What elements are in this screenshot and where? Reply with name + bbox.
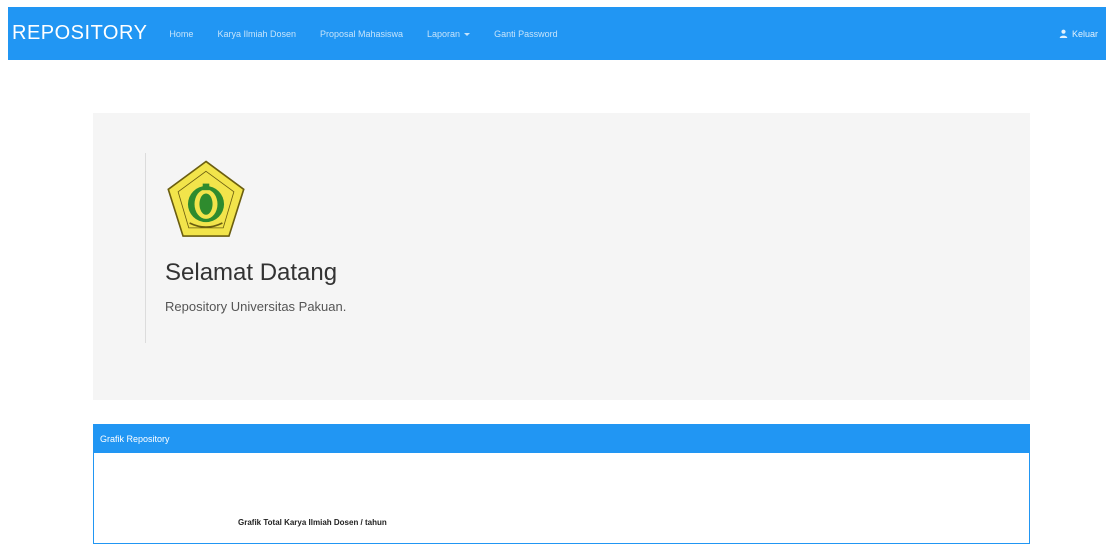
user-menu-label: Keluar xyxy=(1071,28,1098,39)
nav-laporan-dropdown[interactable]: Laporan xyxy=(427,28,471,39)
caret-down-icon xyxy=(464,32,471,36)
welcome-block: Selamat Datang Repository Universitas Pa… xyxy=(145,153,346,343)
repository-chart-panel: Grafik Repository Grafik Total Karya Ilm… xyxy=(93,424,1030,544)
nav-home[interactable]: Home xyxy=(169,29,193,39)
user-icon xyxy=(1059,29,1068,38)
nav-proposal-mahasiswa[interactable]: Proposal Mahasiswa xyxy=(320,29,403,39)
panel-heading: Grafik Repository xyxy=(94,425,1029,453)
navbar: REPOSITORY Home Karya Ilmiah Dosen Propo… xyxy=(8,7,1106,60)
welcome-jumbotron: Selamat Datang Repository Universitas Pa… xyxy=(93,113,1030,400)
page-title: Selamat Datang xyxy=(165,259,338,286)
university-logo xyxy=(167,160,245,237)
user-menu[interactable]: Keluar xyxy=(1059,7,1098,60)
chart-title: Grafik Total Karya Ilmiah Dosen / tahun xyxy=(238,518,387,527)
top-strip xyxy=(0,0,1106,7)
nav-laporan-label: Laporan xyxy=(427,28,461,39)
brand-link[interactable]: REPOSITORY xyxy=(12,22,147,45)
page-subtitle: Repository Universitas Pakuan. xyxy=(165,299,347,314)
nav-ganti-password[interactable]: Ganti Password xyxy=(494,29,558,39)
nav-karya-ilmiah-dosen[interactable]: Karya Ilmiah Dosen xyxy=(217,29,296,39)
